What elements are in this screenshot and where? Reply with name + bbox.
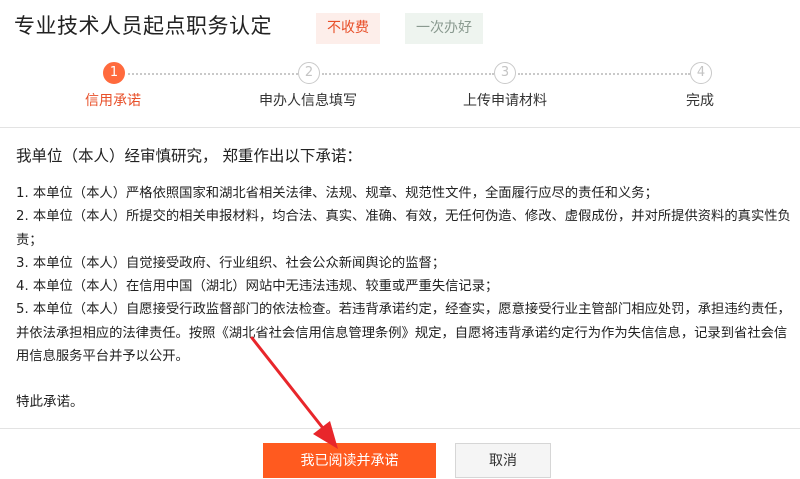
agree-button[interactable]: 我已阅读并承诺 <box>263 443 436 478</box>
step-2-number: 2 <box>298 62 320 84</box>
pledge-item: 1. 本单位（本人）严格依照国家和湖北省相关法律、法规、规章、规范性文件，全面履… <box>16 186 658 201</box>
page-header: 专业技术人员起点职务认定 不收费 一次办好 <box>0 0 800 52</box>
step-1-number: 1 <box>103 62 125 84</box>
step-connector <box>322 73 494 75</box>
step-4-number: 4 <box>690 62 712 84</box>
step-3-label: 上传申请材料 <box>463 93 547 109</box>
step-connector <box>518 73 690 75</box>
pledge-items: 1. 本单位（本人）严格依照国家和湖北省相关法律、法规、规章、规范性文件，全面履… <box>16 182 792 368</box>
free-badge: 不收费 <box>316 13 380 44</box>
pledge-closing: 特此承诺。 <box>16 394 84 410</box>
pledge-item: 3. 本单位（本人）自觉接受政府、行业组织、社会公众新闻舆论的监督； <box>16 255 446 271</box>
page-title: 专业技术人员起点职务认定 <box>14 14 272 38</box>
step-1-label: 信用承诺 <box>85 93 141 109</box>
step-3-number: 3 <box>494 62 516 84</box>
step-2-label: 申办人信息填写 <box>259 93 357 109</box>
cancel-button[interactable]: 取消 <box>455 443 551 478</box>
step-connector <box>128 73 298 75</box>
pledge-item: 2. 本单位（本人）所提交的相关申报材料，均合法、真实、准确、有效，无任何伪造、… <box>16 209 791 248</box>
pledge-panel: 我单位（本人）经审慎研究， 郑重作出以下承诺： 1. 本单位（本人）严格依照国家… <box>0 127 800 429</box>
progress-steps: 1 2 3 4 信用承诺 申办人信息填写 上传申请材料 完成 <box>0 58 800 114</box>
pledge-item: 5. 本单位（本人）自愿接受行政监督部门的依法检查。若违背承诺约定，经查实，愿意… <box>16 302 791 365</box>
pledge-intro: 我单位（本人）经审慎研究， 郑重作出以下承诺： <box>16 147 362 165</box>
one-stop-badge: 一次办好 <box>405 13 483 44</box>
pledge-item: 4. 本单位（本人）在信用中国（湖北）网站中无违法违规、较重或严重失信记录； <box>16 279 499 295</box>
step-4-label: 完成 <box>686 93 714 109</box>
